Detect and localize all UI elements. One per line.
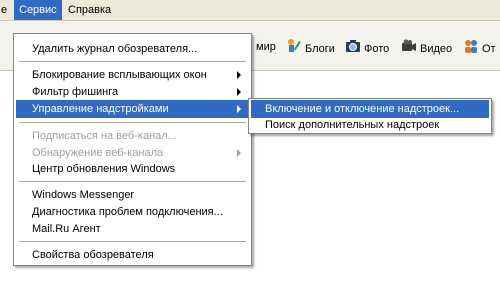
menu-bar: e Сервис Справка [0, 0, 500, 20]
menu-item-label: Mail.Ru Агент [32, 223, 101, 235]
submenu-arrow-icon [237, 105, 241, 113]
menu-separator [19, 61, 246, 62]
toolbar-label: Блоги [305, 42, 335, 55]
menu-separator [19, 181, 246, 182]
phishing-filter-item[interactable]: Фильтр фишинга [16, 83, 249, 101]
toolbar-link-world[interactable]: мир [256, 38, 276, 56]
delete-browsing-history-item[interactable]: Удалить журнал обозревателя... [16, 40, 249, 58]
toolbar-link-people[interactable]: От [463, 38, 496, 56]
mailru-agent-item[interactable]: Mail.Ru Агент [16, 220, 249, 238]
popup-blocker-item[interactable]: Блокирование всплывающих окон [16, 66, 249, 84]
menu-item-label: Блокирование всплывающих окон [32, 69, 207, 81]
windows-messenger-item[interactable]: Windows Messenger [16, 186, 249, 204]
internet-options-item[interactable]: Свойства обозревателя [16, 246, 249, 264]
people-icon [463, 38, 479, 60]
camera-icon [345, 38, 361, 60]
toolbar-link-photo[interactable]: Фото [345, 38, 389, 56]
toolbar-label: От [482, 42, 496, 55]
menu-item-label: Управление надстройками [32, 103, 169, 115]
menu-item-label: Диагностика проблем подключения... [32, 206, 223, 218]
menu-item-label: Удалить журнал обозревателя... [32, 43, 198, 55]
subscribe-feed-item: Подписаться на веб-канал... [16, 127, 249, 145]
submenu-arrow-icon [237, 149, 241, 157]
menu-item-label: Обнаружение веб-канала [32, 147, 164, 159]
submenu-arrow-icon [237, 71, 241, 79]
toolbar-label: Фото [364, 42, 390, 55]
blogs-icon [286, 38, 302, 60]
menu-item-label: Windows Messenger [32, 189, 135, 201]
menu-item-label: Центр обновления Windows [32, 163, 176, 175]
connection-diagnostics-item[interactable]: Диагностика проблем подключения... [16, 203, 249, 221]
addons-submenu: Включение и отключение надстроек... Поис… [248, 98, 492, 134]
service-menu: Удалить журнал обозревателя... Блокирова… [13, 33, 252, 266]
video-camera-icon [401, 38, 417, 60]
manage-addons-item[interactable]: Управление надстройками [16, 100, 249, 118]
menu-separator [19, 122, 246, 123]
menu-item-label: Поиск дополнительных надстроек [265, 119, 440, 131]
menu-item-label: Фильтр фишинга [32, 86, 119, 98]
menu-item-label: Подписаться на веб-канал... [32, 130, 177, 142]
toolbar-label: Видео [420, 42, 453, 55]
menu-item-label: Свойства обозревателя [32, 249, 154, 261]
windows-update-item[interactable]: Центр обновления Windows [16, 160, 249, 178]
find-more-addons-item[interactable]: Поиск дополнительных надстроек [251, 116, 489, 134]
menu-separator [19, 241, 246, 242]
toolbar-label: мир [256, 41, 276, 53]
menu-help[interactable]: Справка [63, 0, 116, 20]
submenu-arrow-icon [237, 88, 241, 96]
toolbar-link-blogs[interactable]: Блоги [286, 38, 335, 56]
toolbar-link-video[interactable]: Видео [401, 38, 452, 56]
menu-item-label: Включение и отключение надстроек... [265, 103, 460, 115]
menu-service[interactable]: Сервис [14, 0, 62, 20]
menu-view[interactable]: e [0, 0, 12, 20]
